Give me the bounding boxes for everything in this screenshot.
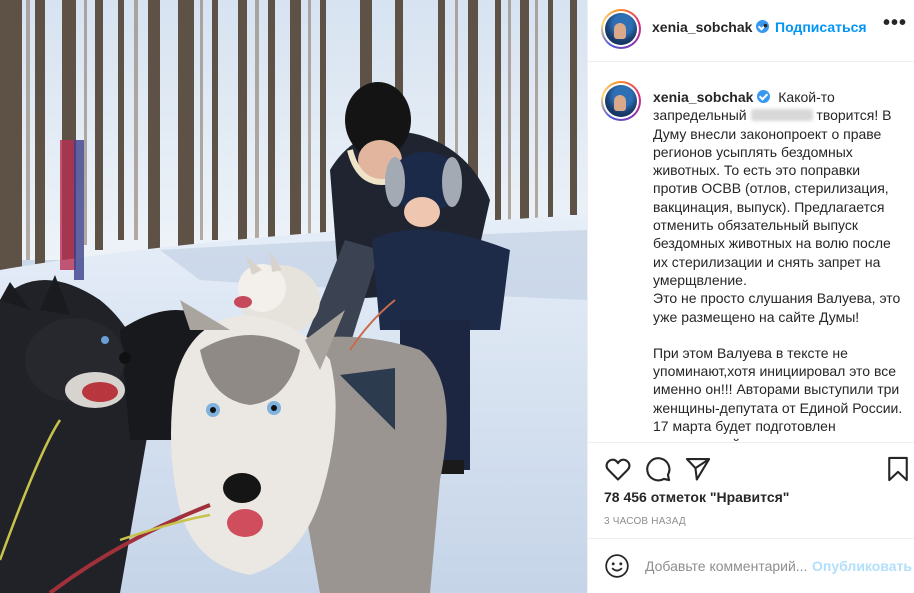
post-side-panel: xenia_sobchak • Подписаться ••• xenia_so… bbox=[587, 0, 914, 593]
post-header: xenia_sobchak • Подписаться ••• bbox=[588, 0, 914, 62]
comment-bar: Добавьте комментарий... Опубликовать bbox=[588, 538, 914, 593]
caption-paragraph-2: Это не просто слушания Валуева, это уже … bbox=[653, 290, 901, 325]
comment-input[interactable]: Добавьте комментарий... bbox=[645, 558, 810, 574]
post-photo[interactable] bbox=[0, 0, 587, 593]
more-options-icon[interactable]: ••• bbox=[883, 12, 907, 35]
photo-scene bbox=[0, 0, 587, 593]
bookmark-icon[interactable] bbox=[884, 455, 912, 483]
post-timestamp[interactable]: 3 ЧАСОВ НАЗАД bbox=[604, 516, 686, 527]
caption-part-2: творится! В Думу внесли законопроект о п… bbox=[653, 107, 892, 288]
caption-paragraph-3: При этом Валуева в тексте не упоминают,х… bbox=[653, 344, 903, 441]
avatar-image bbox=[605, 13, 637, 45]
caption-avatar[interactable] bbox=[601, 81, 641, 121]
post-comment-button[interactable]: Опубликовать bbox=[812, 558, 912, 574]
share-icon[interactable] bbox=[684, 455, 712, 483]
avatar[interactable] bbox=[601, 9, 641, 49]
separator-dot: • bbox=[763, 17, 768, 33]
likes-count[interactable]: 78 456 отметок "Нравится" bbox=[604, 489, 789, 505]
emoji-icon[interactable] bbox=[604, 553, 630, 579]
caption-username-link[interactable]: xenia_sobchak bbox=[653, 89, 771, 105]
blurred-word bbox=[750, 109, 813, 122]
comment-icon[interactable] bbox=[644, 455, 672, 483]
heart-icon[interactable] bbox=[604, 455, 632, 483]
caption-area: xenia_sobchak Какой-то запредельный твор… bbox=[588, 63, 914, 441]
caption-text: xenia_sobchak Какой-то запредельный твор… bbox=[653, 88, 903, 441]
post-actions: 78 456 отметок "Нравится" 3 ЧАСОВ НАЗАД bbox=[588, 442, 914, 542]
username-link[interactable]: xenia_sobchak bbox=[652, 19, 770, 35]
follow-button[interactable]: Подписаться bbox=[775, 19, 867, 35]
verified-badge-icon bbox=[757, 90, 771, 103]
avatar-image bbox=[605, 85, 637, 117]
